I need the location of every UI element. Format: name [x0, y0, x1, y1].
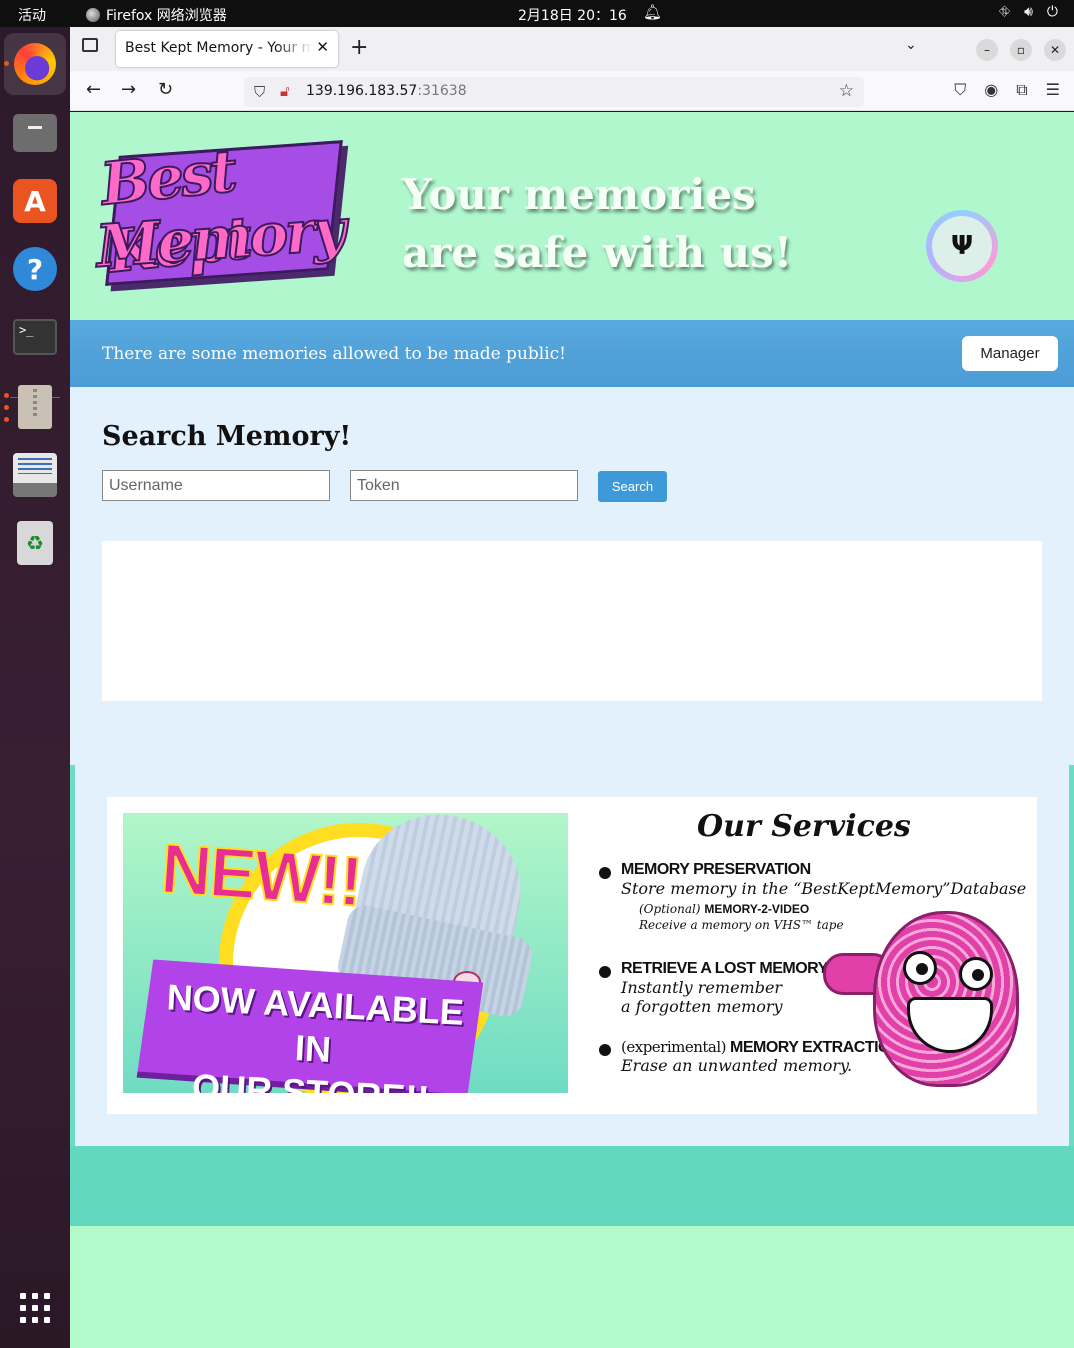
dock-archive-manager[interactable] — [11, 383, 59, 431]
app-store-icon: A — [13, 179, 57, 223]
footer-band — [70, 1146, 1074, 1226]
power-icon: ⏻ — [1046, 4, 1058, 20]
url-bar[interactable]: ⛉ 🔓︎ 139.196.183.57:31638 ☆ — [244, 77, 864, 107]
hero-header: Best Kept Memory Your memories are safe … — [70, 112, 1074, 320]
running-indicator — [4, 61, 9, 66]
dock-firefox[interactable] — [4, 33, 66, 95]
beanie-promo-banner: NEW!! NOW AVAILABLE IN OUR STORE!! — [123, 813, 568, 1093]
manager-button[interactable]: Manager — [962, 336, 1058, 371]
running-indicator — [4, 417, 9, 422]
running-indicator — [4, 405, 9, 410]
browser-tab[interactable]: Best Kept Memory - Your memories are saf… — [116, 31, 338, 67]
suboption-description: Receive a memory on VHS™ tape — [639, 918, 844, 932]
services-background: NEW!! NOW AVAILABLE IN OUR STORE!! Our S… — [75, 765, 1069, 1146]
maximize-icon[interactable]: ▫ — [1010, 39, 1032, 61]
archive-icon — [18, 385, 52, 429]
menu-hamburger-icon[interactable]: ☰ — [1046, 80, 1060, 100]
bullet — [599, 966, 611, 978]
dock-app-center[interactable]: A — [11, 177, 59, 225]
activities-button[interactable]: 活动 — [18, 5, 46, 25]
service-name: MEMORY PRESERVATION — [621, 861, 811, 878]
services-title: Our Services — [697, 809, 911, 844]
list-all-tabs-icon[interactable] — [82, 38, 98, 52]
service-description: Erase an unwanted memory. — [621, 1056, 853, 1075]
badge-glyph-icon: Ψ — [932, 216, 992, 276]
dock-trash[interactable]: ♻ — [11, 519, 59, 567]
username-input[interactable] — [102, 470, 330, 501]
clock[interactable]: 2月18日 20：16 — [518, 5, 627, 25]
mascot-eye — [959, 957, 993, 991]
tab-strip: Best Kept Memory - Your memories are saf… — [70, 27, 1074, 71]
volume-icon: 🔊︎ — [1024, 4, 1033, 20]
system-top-bar: 活动 Firefox 网络浏览器 2月18日 20：16 🔔︎ ⛗ 🔊︎ ⏻ — [0, 0, 1074, 27]
system-tray[interactable]: ⛗ 🔊︎ ⏻ — [999, 4, 1058, 20]
search-heading: Search Memory! — [102, 421, 352, 452]
network-icon: ⛗ — [998, 4, 1011, 20]
reload-icon[interactable]: ↻ — [158, 79, 173, 100]
firefox-icon — [14, 43, 56, 85]
notice-bar: There are some memories allowed to be ma… — [70, 320, 1074, 387]
bullet — [599, 1044, 611, 1056]
forward-arrow-icon[interactable]: → — [121, 79, 136, 100]
back-arrow-icon[interactable]: ← — [86, 79, 101, 100]
notification-bell-icon[interactable]: 🔔︎ — [643, 3, 662, 21]
search-section: Search Memory! Search — [70, 387, 1074, 765]
suboption-optional-label: (Optional) — [639, 902, 701, 916]
tagline-line2: are safe with us! — [402, 228, 793, 277]
dock: A ? >_ ♻ — [0, 27, 70, 1348]
tab-title: Best Kept Memory - Your memories are saf… — [125, 40, 313, 56]
app-menu-label: Firefox 网络浏览器 — [106, 8, 227, 24]
promo-ribbon-text: NOW AVAILABLE IN OUR STORE!! — [160, 975, 466, 1093]
tagline-line1: Your memories — [402, 170, 756, 219]
service-description: Store memory in the “BestKeptMemory”Data… — [621, 879, 1027, 898]
brand-badge-icon: Ψ — [926, 210, 998, 282]
mascot-eye — [903, 951, 937, 985]
service-description: Instantly remember a forgotten memory — [621, 978, 783, 1016]
web-page: Best Kept Memory Your memories are safe … — [70, 112, 1074, 1348]
search-button[interactable]: Search — [598, 471, 667, 502]
url-text[interactable]: 139.196.183.57:31638 — [306, 83, 467, 99]
service-prefix: (experimental) — [621, 1038, 727, 1056]
tab-close-icon[interactable]: ✕ — [316, 38, 329, 56]
service-suboption: (Optional) MEMORY-2-VIDEO Receive a memo… — [639, 901, 844, 933]
notice-message: There are some memories allowed to be ma… — [102, 344, 566, 364]
insecure-lock-icon[interactable]: 🔓︎ — [280, 82, 290, 100]
bookmark-star-icon[interactable]: ☆ — [839, 81, 854, 101]
new-tab-icon[interactable]: + — [350, 35, 368, 60]
service-name: RETRIEVE A LOST MEMORY — [621, 960, 828, 977]
ribbon-line1: NOW AVAILABLE IN — [165, 976, 465, 1070]
files-icon — [13, 114, 57, 152]
dock-help[interactable]: ? — [11, 245, 59, 293]
promo-new-text: NEW!! — [158, 828, 365, 922]
running-indicator — [4, 393, 9, 398]
hero-tagline: Your memories are safe with us! — [402, 166, 792, 282]
dock-files[interactable] — [11, 109, 59, 157]
toolbar-icons: ⛉ ◉ ⧉ ☰ — [954, 80, 1060, 100]
tab-overflow-chevron-icon[interactable]: ⌄ — [905, 37, 917, 53]
suboption-name: MEMORY-2-VIDEO — [704, 902, 810, 916]
brain-mascot-image — [823, 911, 1023, 1091]
terminal-icon: >_ — [13, 319, 57, 355]
help-icon: ? — [13, 247, 57, 291]
trash-icon: ♻ — [17, 521, 53, 565]
services-card: NEW!! NOW AVAILABLE IN OUR STORE!! Our S… — [107, 797, 1037, 1114]
dock-terminal[interactable]: >_ — [11, 313, 59, 361]
dock-text-editor[interactable] — [11, 451, 59, 499]
firefox-small-icon — [86, 8, 100, 22]
pocket-icon[interactable]: ⛉ — [954, 80, 966, 100]
extensions-icon[interactable]: ⧉ — [1016, 80, 1027, 100]
app-menu[interactable]: Firefox 网络浏览器 — [86, 5, 227, 25]
close-window-icon[interactable]: ✕ — [1044, 39, 1066, 61]
search-results-panel — [102, 541, 1042, 701]
text-editor-icon — [13, 453, 57, 497]
tracking-shield-icon[interactable]: ⛉ — [254, 83, 265, 101]
token-input[interactable] — [350, 470, 578, 501]
navigation-toolbar: ← → ↻ ⛉ 🔓︎ 139.196.183.57:31638 ☆ ⛉ ◉ ⧉ … — [70, 71, 1074, 111]
site-logo[interactable]: Best Kept Memory — [93, 136, 347, 292]
bullet — [599, 867, 611, 879]
services-section: NEW!! NOW AVAILABLE IN OUR STORE!! Our S… — [70, 765, 1074, 1146]
show-apps-icon[interactable] — [20, 1293, 50, 1323]
minimize-icon[interactable]: – — [976, 39, 998, 61]
account-icon[interactable]: ◉ — [984, 80, 998, 100]
